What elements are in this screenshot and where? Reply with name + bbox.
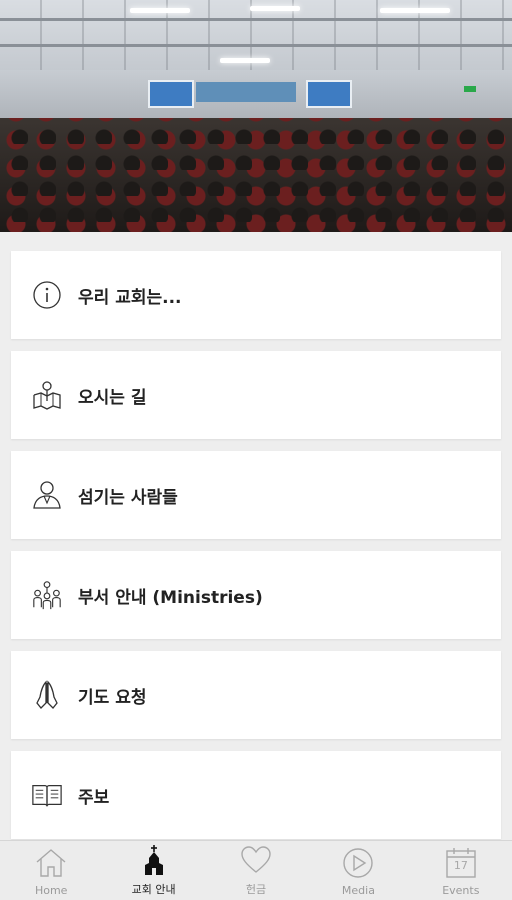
tab-label: 헌금	[245, 883, 267, 896]
tab-label: Events	[442, 884, 480, 897]
tab-events[interactable]: 17 Events	[410, 841, 512, 900]
tab-label: Media	[341, 884, 375, 897]
menu-item-ministries[interactable]: 부서 안내 (Ministries)	[11, 551, 501, 639]
tab-church-info[interactable]: 교회 안내	[102, 841, 204, 900]
menu-item-about[interactable]: 우리 교회는...	[11, 251, 501, 339]
menu-item-label: 기도 요청	[78, 687, 147, 708]
group-icon	[31, 579, 63, 611]
hero-photo	[0, 0, 512, 232]
ceiling-light	[380, 8, 450, 13]
praying-hands-icon	[31, 679, 63, 711]
menu-item-label: 주보	[78, 787, 110, 808]
projection-screen	[148, 80, 194, 108]
calendar-icon: 17	[444, 846, 478, 880]
tab-label: Home	[34, 884, 68, 897]
stage-banner	[196, 82, 296, 102]
menu-item-label: 오시는 길	[78, 387, 147, 408]
ceiling-light	[250, 6, 300, 11]
menu-item-directions[interactable]: 오시는 길	[11, 351, 501, 439]
tab-offering[interactable]: 헌금	[205, 841, 307, 900]
exit-sign	[464, 86, 476, 92]
congregation	[0, 118, 512, 232]
church-icon	[137, 843, 171, 877]
menu-item-label: 섬기는 사람들	[78, 487, 178, 508]
menu-item-label: 우리 교회는...	[78, 287, 182, 308]
info-icon	[31, 279, 63, 311]
tab-home[interactable]: Home	[0, 841, 102, 900]
tab-media[interactable]: Media	[307, 841, 409, 900]
menu-item-staff[interactable]: 섬기는 사람들	[11, 451, 501, 539]
ceiling-beam	[0, 18, 512, 21]
ceiling-light	[220, 58, 270, 63]
menu-item-prayer[interactable]: 기도 요청	[11, 651, 501, 739]
book-icon	[31, 779, 63, 811]
tab-label: 교회 안내	[131, 883, 176, 896]
heart-icon	[239, 843, 273, 877]
ceiling-beam	[0, 44, 512, 47]
menu-list: 우리 교회는... 오시는 길 섬기는 사람들 부서 안내 (Ministrie…	[0, 232, 512, 851]
menu-item-bulletin[interactable]: 주보	[11, 751, 501, 839]
map-pin-icon	[31, 379, 63, 411]
home-icon	[34, 846, 68, 880]
projection-screen	[306, 80, 352, 108]
calendar-day: 17	[453, 859, 468, 872]
play-icon	[341, 846, 375, 880]
person-icon	[31, 479, 63, 511]
menu-item-label: 부서 안내 (Ministries)	[78, 587, 263, 608]
bottom-tab-bar: Home 교회 안내 헌금 Media 17 Events	[0, 840, 512, 900]
ceiling-light	[130, 8, 190, 13]
